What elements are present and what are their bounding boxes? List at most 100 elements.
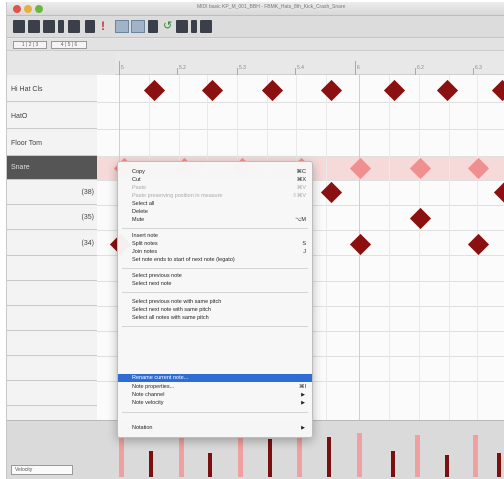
menu-item-join-notes[interactable]: Join notes J (118, 248, 312, 256)
snap-icon[interactable] (176, 20, 188, 33)
menu-item-label: Delete (132, 209, 148, 215)
key-row-hato[interactable]: HatO (7, 105, 97, 129)
quantize-icon[interactable] (191, 20, 197, 33)
position-box[interactable]: 1 | 2 | 3 (13, 41, 47, 49)
key-row-34[interactable]: (34) (7, 232, 97, 256)
velocity-bar[interactable] (119, 435, 124, 477)
menu-item-mute[interactable]: Mute ⌥M (118, 216, 312, 224)
key-number: (35) (81, 214, 94, 221)
menu-item-label: Note velocity (132, 400, 164, 406)
key-row-38[interactable]: (38) (7, 181, 97, 205)
velocity-bar[interactable] (473, 435, 478, 477)
key-row-empty[interactable] (7, 307, 97, 331)
menu-item-note-velocity[interactable]: Note velocity ▶ (118, 399, 312, 407)
menu-item-select-all-same-pitch[interactable]: Select all notes with same pitch (118, 314, 312, 322)
note-hi-hat[interactable] (491, 79, 504, 102)
event-list-view-icon[interactable] (43, 20, 55, 33)
key-row-empty[interactable] (7, 382, 97, 406)
note-38[interactable] (320, 181, 343, 204)
key-row-floor-tom[interactable]: Floor Tom (7, 132, 97, 156)
note-hi-hat[interactable] (436, 79, 459, 102)
note-icon[interactable] (85, 20, 95, 33)
close-window-button[interactable] (13, 5, 21, 13)
menu-separator (122, 326, 308, 327)
menu-item-paste[interactable]: Paste ⌘V (118, 184, 312, 192)
piano-roll-view-icon[interactable] (13, 20, 25, 33)
menu-item-paste-preserving-position[interactable]: Paste preserving position in measure ⇧⌘V (118, 192, 312, 200)
ruler-mark: 5.2 (179, 65, 186, 71)
record-icon[interactable]: ! (101, 20, 111, 33)
named-notes-view-icon[interactable] (28, 20, 40, 33)
menu-item-note-properties[interactable]: Note properties... ⌘I (118, 383, 312, 391)
velocity-bar[interactable] (208, 453, 212, 477)
menu-item-label: Set note ends to start of next note (leg… (132, 257, 235, 263)
note-34[interactable] (349, 233, 372, 256)
velocity-icon[interactable] (200, 20, 212, 33)
velocity-bar[interactable] (149, 451, 153, 477)
velocity-bar[interactable] (497, 453, 501, 477)
select-tool-icon[interactable] (115, 20, 129, 33)
velocity-bar[interactable] (268, 439, 272, 477)
menu-item-shortcut: ⌘C (296, 169, 306, 175)
menu-item-label: Copy (132, 169, 145, 175)
draw-tool-icon[interactable] (131, 20, 145, 33)
beat-line (449, 75, 450, 420)
note-name-list: Hi Hat Cls HatO Floor Tom Snare (38) (35… (7, 75, 97, 420)
menu-item-delete[interactable]: Delete (118, 208, 312, 216)
menu-item-split-notes[interactable]: Split notes S (118, 240, 312, 248)
timeline-ruler[interactable]: 5 5.2 5.3 5.4 6 6.2 6.3 (115, 51, 504, 75)
menu-item-notation[interactable]: Notation ▶ (118, 424, 312, 432)
maximize-window-button[interactable] (35, 5, 43, 13)
note-34[interactable] (467, 233, 490, 256)
ruler-tick (237, 68, 238, 75)
menu-item-select-next-same-pitch[interactable]: Select next note with same pitch (118, 306, 312, 314)
menu-item-set-note-ends-legato[interactable]: Set note ends to start of next note (leg… (118, 256, 312, 264)
key-row-empty[interactable] (7, 282, 97, 306)
row-divider (97, 129, 504, 130)
menu-item-shortcut: ⌘V (296, 185, 306, 191)
menu-item-insert-note[interactable]: Insert note (118, 232, 312, 240)
menu-item-cut[interactable]: Cut ⌘X (118, 176, 312, 184)
beat-line (389, 75, 390, 420)
length-box[interactable]: 4 | 5 | 6 (51, 41, 87, 49)
note-hi-hat[interactable] (261, 79, 284, 102)
menu-item-rename-current-note[interactable]: Rename current note... (118, 374, 312, 382)
grid-icon[interactable] (58, 20, 64, 33)
key-row-hi-hat-cls[interactable]: Hi Hat Cls (7, 78, 97, 102)
note-hi-hat[interactable] (320, 79, 343, 102)
note-hi-hat[interactable] (201, 79, 224, 102)
menu-item-label: Select next note with same pitch (132, 307, 211, 313)
note-hi-hat[interactable] (143, 79, 166, 102)
velocity-bar[interactable] (179, 435, 184, 477)
velocity-bar[interactable] (327, 437, 331, 477)
note-hi-hat[interactable] (383, 79, 406, 102)
menu-item-label: Note channel (132, 392, 165, 398)
key-row-snare[interactable]: Snare (7, 156, 97, 180)
loop-icon[interactable]: ↺ (163, 20, 173, 33)
key-row-empty[interactable] (7, 357, 97, 381)
velocity-bar[interactable] (238, 435, 243, 477)
notation-view-icon[interactable] (68, 20, 80, 33)
title-bar: MIDI basic KP_M_001_BBH - FBMK_Hats_8th_… (7, 2, 504, 16)
edit-mode-icon[interactable] (148, 20, 158, 33)
menu-item-select-next-note[interactable]: Select next note (118, 280, 312, 288)
menu-item-select-all[interactable]: Select all (118, 200, 312, 208)
key-row-empty[interactable] (7, 257, 97, 281)
note-38[interactable] (493, 181, 504, 204)
key-row-empty[interactable] (7, 332, 97, 356)
menu-item-shortcut: ⇧⌘V (292, 193, 306, 199)
note-35[interactable] (409, 207, 432, 230)
velocity-bar[interactable] (391, 451, 395, 477)
velocity-bar[interactable] (415, 435, 420, 477)
velocity-bar[interactable] (357, 433, 362, 477)
menu-item-copy[interactable]: Copy ⌘C (118, 168, 312, 176)
minimize-window-button[interactable] (24, 5, 32, 13)
velocity-bar[interactable] (445, 455, 449, 477)
menu-item-select-previous-note[interactable]: Select previous note (118, 272, 312, 280)
menu-item-note-channel[interactable]: Note channel ▶ (118, 391, 312, 399)
key-row-35[interactable]: (35) (7, 206, 97, 230)
menu-item-select-previous-same-pitch[interactable]: Select previous note with same pitch (118, 298, 312, 306)
velocity-bar[interactable] (297, 435, 302, 477)
velocity-lane-selector[interactable]: Velocity (11, 465, 73, 475)
menu-item-label: Select all (132, 201, 155, 207)
